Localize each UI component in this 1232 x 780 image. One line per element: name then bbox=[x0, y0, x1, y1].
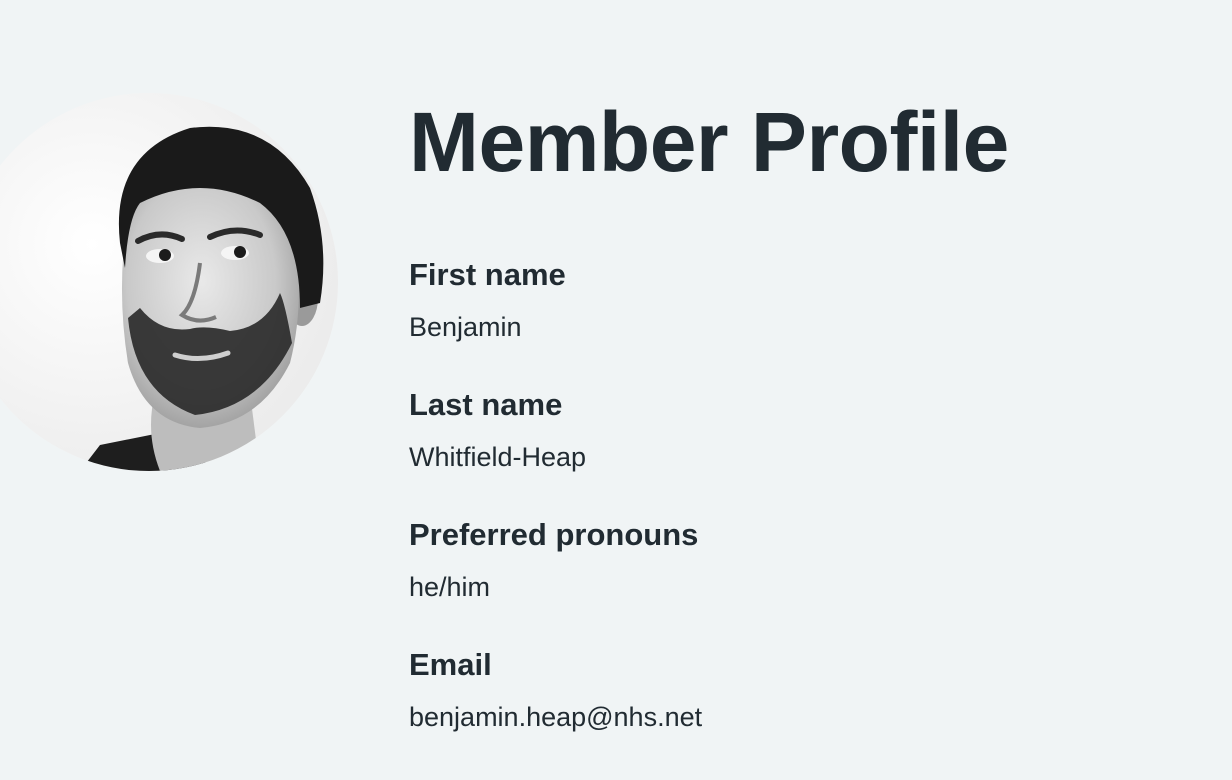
first-name-value: Benjamin bbox=[409, 312, 522, 342]
last-name-label: Last name bbox=[409, 387, 563, 422]
email-value: benjamin.heap@nhs.net bbox=[409, 702, 703, 732]
pronouns-field: Preferred pronouns he/him bbox=[409, 516, 1209, 646]
last-name-field: Last name Whitfield-Heap bbox=[409, 386, 1209, 516]
member-profile-page: Member Profile First name Benjamin Last … bbox=[0, 0, 1232, 780]
profile-fields: First name Benjamin Last name Whitfield-… bbox=[409, 256, 1209, 776]
avatar-photo bbox=[0, 93, 338, 471]
first-name-field: First name Benjamin bbox=[409, 256, 1209, 386]
profile-content: Member Profile First name Benjamin Last … bbox=[409, 94, 1209, 776]
email-label: Email bbox=[409, 647, 492, 682]
pronouns-label: Preferred pronouns bbox=[409, 517, 699, 552]
page-title: Member Profile bbox=[409, 95, 1009, 189]
first-name-label: First name bbox=[409, 257, 566, 292]
email-field: Email benjamin.heap@nhs.net bbox=[409, 646, 1209, 776]
pronouns-value: he/him bbox=[409, 572, 491, 602]
avatar bbox=[0, 93, 338, 471]
last-name-value: Whitfield-Heap bbox=[409, 442, 587, 472]
